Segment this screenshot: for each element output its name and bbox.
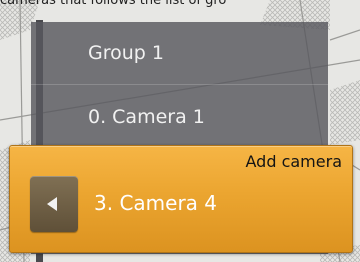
back-button[interactable] <box>30 176 78 232</box>
caption-fragment: cameras that follows the list of gro <box>0 0 227 8</box>
list-item-camera[interactable]: 0. Camera 1 <box>31 84 328 147</box>
camera-label: 0. Camera 1 <box>88 106 205 128</box>
add-camera-row[interactable]: Add camera 3. Camera 4 <box>9 145 353 253</box>
list-item-group[interactable]: Group 1 <box>31 22 328 84</box>
selected-camera-label: 3. Camera 4 <box>94 191 218 215</box>
group-label: Group 1 <box>88 42 164 64</box>
chevron-left-icon <box>47 197 57 211</box>
add-camera-title: Add camera <box>245 152 342 171</box>
